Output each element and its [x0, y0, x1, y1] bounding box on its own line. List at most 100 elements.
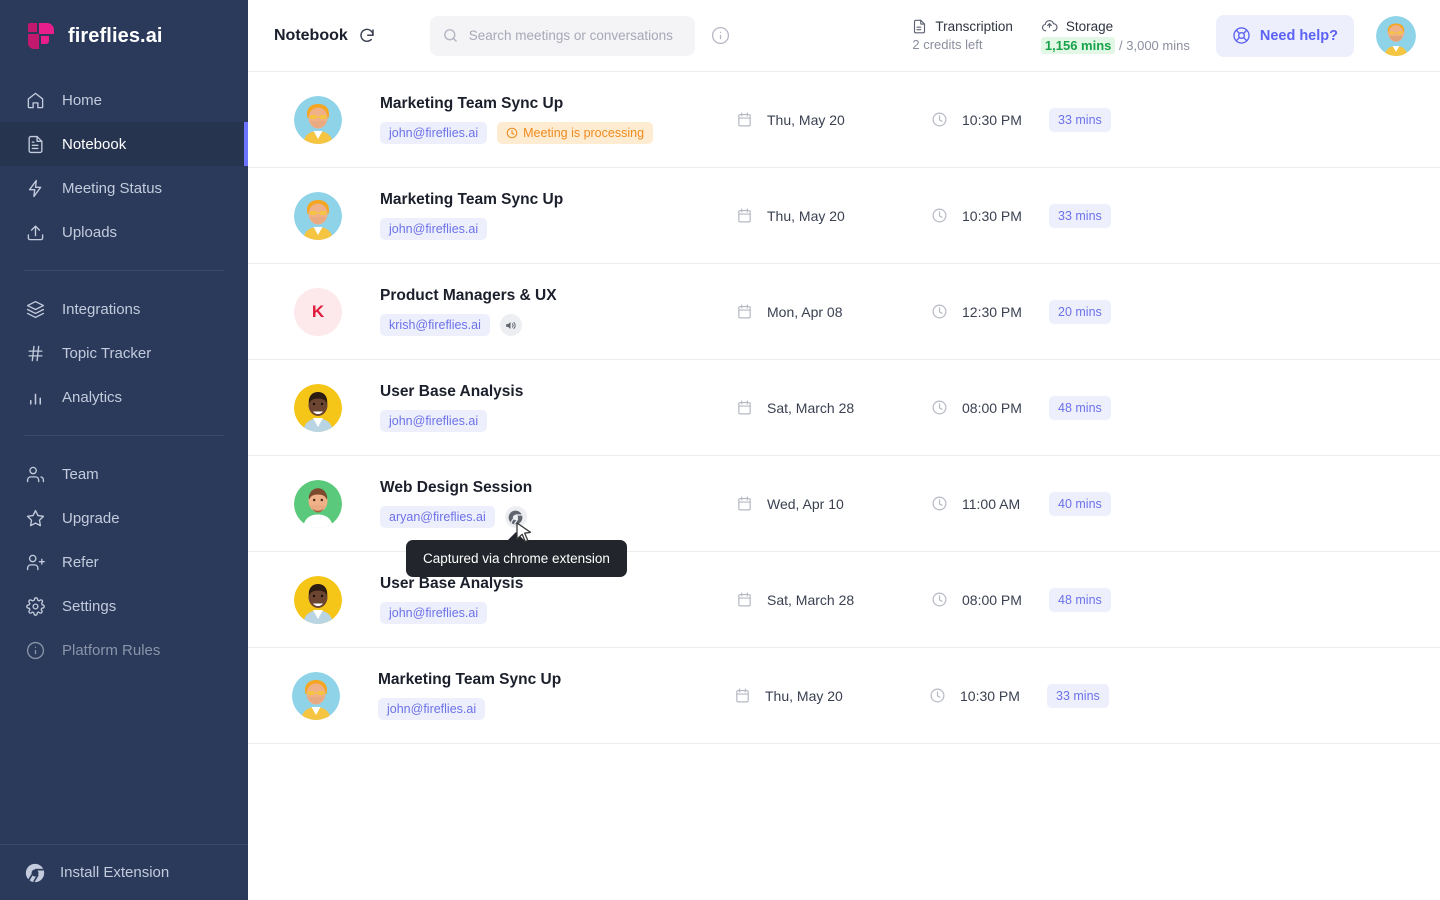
- sidebar-item-uploads[interactable]: Uploads: [0, 210, 248, 254]
- top-bar: Notebook Transcript: [248, 0, 1440, 72]
- meeting-title: Marketing Team Sync Up: [378, 671, 728, 689]
- meeting-time-cell: 11:00 AM: [931, 495, 1049, 512]
- notebook-icon: [24, 133, 46, 155]
- meeting-tags: john@fireflies.ai: [378, 698, 728, 720]
- gear-icon: [24, 595, 46, 617]
- meeting-date-cell: Thu, May 20: [734, 687, 929, 704]
- sidebar-item-analytics[interactable]: Analytics: [0, 375, 248, 419]
- meeting-time: 11:00 AM: [962, 496, 1020, 512]
- table-row[interactable]: Marketing Team Sync Up john@fireflies.ai…: [248, 648, 1440, 744]
- storage-separator: /: [1115, 38, 1126, 53]
- meeting-tags: john@fireflies.ai Meeting is processing: [380, 122, 730, 144]
- bolt-icon: [24, 177, 46, 199]
- search-box[interactable]: [430, 16, 695, 56]
- sidebar-divider-2: [24, 435, 224, 436]
- sidebar-item-label: Meeting Status: [62, 180, 162, 197]
- meeting-list: Marketing Team Sync Up john@fireflies.ai…: [248, 72, 1440, 900]
- sidebar-item-settings[interactable]: Settings: [0, 584, 248, 628]
- table-row[interactable]: Marketing Team Sync Up john@fireflies.ai…: [248, 72, 1440, 168]
- info-circle-icon[interactable]: [711, 26, 731, 46]
- sidebar-item-meeting-status[interactable]: Meeting Status: [0, 166, 248, 210]
- clock-icon: [931, 207, 948, 224]
- meeting-time-cell: 08:00 PM: [931, 591, 1049, 608]
- duration-badge: 33 mins: [1049, 204, 1111, 228]
- clock-icon: [931, 111, 948, 128]
- meeting-time: 10:30 PM: [962, 208, 1022, 224]
- avatar: [292, 672, 340, 720]
- meeting-time: 08:00 PM: [962, 592, 1022, 608]
- sidebar-item-integrations[interactable]: Integrations: [0, 287, 248, 331]
- home-icon: [24, 89, 46, 111]
- sidebar-item-label: Settings: [62, 598, 116, 615]
- owner-email-badge: john@fireflies.ai: [380, 602, 487, 624]
- meeting-date-cell: Wed, Apr 10: [736, 495, 931, 512]
- sidebar-item-upgrade[interactable]: Upgrade: [0, 496, 248, 540]
- table-row[interactable]: Marketing Team Sync Up john@fireflies.ai…: [248, 168, 1440, 264]
- duration-badge: 33 mins: [1047, 684, 1109, 708]
- table-row[interactable]: K Product Managers & UX krish@fireflies.…: [248, 264, 1440, 360]
- meeting-time-cell: 08:00 PM: [931, 399, 1049, 416]
- meeting-title: Marketing Team Sync Up: [380, 191, 730, 209]
- clock-icon: [506, 127, 518, 139]
- meeting-time: 12:30 PM: [962, 304, 1022, 320]
- duration-badge: 20 mins: [1049, 300, 1111, 324]
- bar-chart-icon: [24, 386, 46, 408]
- meeting-date: Sat, March 28: [767, 592, 854, 608]
- meeting-time: 10:30 PM: [962, 112, 1022, 128]
- table-row[interactable]: Web Design Session aryan@fireflies.ai We…: [248, 456, 1440, 552]
- cloud-upload-icon: [1041, 18, 1058, 35]
- sidebar-item-label: Notebook: [62, 136, 126, 153]
- upload-icon: [24, 221, 46, 243]
- storage-usage: 1,156 mins / 3,000 mins: [1041, 38, 1190, 53]
- row-info: Marketing Team Sync Up john@fireflies.ai: [380, 191, 730, 240]
- calendar-icon: [736, 399, 753, 416]
- star-icon: [24, 507, 46, 529]
- calendar-icon: [736, 495, 753, 512]
- meeting-tags: john@fireflies.ai: [380, 602, 730, 624]
- status-badge-label: Meeting is processing: [523, 126, 644, 140]
- sidebar-item-topic-tracker[interactable]: Topic Tracker: [0, 331, 248, 375]
- users-icon: [24, 463, 46, 485]
- duration-badge: 48 mins: [1049, 588, 1111, 612]
- user-avatar[interactable]: [1376, 16, 1416, 56]
- usage-meters: Transcription 2 credits left Storage 1,1…: [912, 18, 1189, 53]
- meeting-time-cell: 10:30 PM: [931, 207, 1049, 224]
- chrome-icon: [24, 862, 46, 884]
- sidebar-item-platform-rules[interactable]: Platform Rules: [0, 628, 248, 672]
- refresh-icon[interactable]: [358, 26, 378, 46]
- meeting-title: Marketing Team Sync Up: [380, 95, 730, 113]
- sidebar-item-label: Topic Tracker: [62, 345, 151, 362]
- row-info: User Base Analysis john@fireflies.ai: [380, 575, 730, 624]
- owner-email-badge: john@fireflies.ai: [380, 218, 487, 240]
- row-info: Marketing Team Sync Up john@fireflies.ai: [378, 671, 728, 720]
- mouse-cursor-icon: [516, 522, 534, 551]
- search-icon: [442, 27, 459, 44]
- sidebar-item-team[interactable]: Team: [0, 452, 248, 496]
- meeting-date: Thu, May 20: [767, 208, 845, 224]
- meeting-time: 10:30 PM: [960, 688, 1020, 704]
- avatar: [294, 96, 342, 144]
- sidebar-item-refer[interactable]: Refer: [0, 540, 248, 584]
- table-row[interactable]: User Base Analysis john@fireflies.ai Sat…: [248, 360, 1440, 456]
- need-help-button[interactable]: Need help?: [1216, 15, 1354, 57]
- sidebar-item-notebook[interactable]: Notebook: [0, 122, 248, 166]
- search-input[interactable]: [469, 28, 683, 43]
- meeting-tags: aryan@fireflies.ai: [380, 506, 730, 528]
- calendar-icon: [736, 591, 753, 608]
- info-circle-icon: [24, 639, 46, 661]
- install-extension-button[interactable]: Install Extension: [0, 844, 248, 900]
- brand-logo[interactable]: fireflies.ai: [0, 0, 248, 72]
- transcription-meter: Transcription 2 credits left: [912, 19, 1013, 52]
- storage-meter: Storage 1,156 mins / 3,000 mins: [1041, 18, 1190, 53]
- meeting-time-cell: 10:30 PM: [931, 111, 1049, 128]
- owner-email-badge: aryan@fireflies.ai: [380, 506, 495, 528]
- fireflies-logo-icon: [28, 23, 54, 49]
- sidebar-item-home[interactable]: Home: [0, 78, 248, 122]
- brand-name: fireflies.ai: [68, 25, 163, 48]
- speaker-icon[interactable]: [500, 314, 522, 336]
- duration-badge: 48 mins: [1049, 396, 1111, 420]
- need-help-label: Need help?: [1260, 28, 1338, 44]
- meeting-time-cell: 12:30 PM: [931, 303, 1049, 320]
- row-info: Marketing Team Sync Up john@fireflies.ai…: [380, 95, 730, 144]
- avatar: [294, 384, 342, 432]
